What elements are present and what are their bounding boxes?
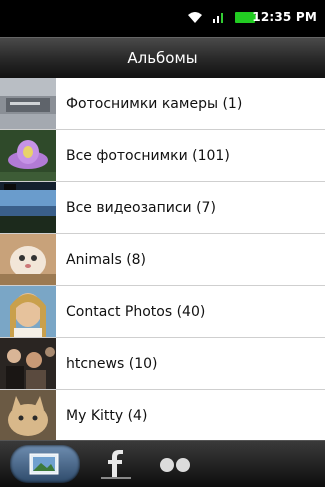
phone-screen: 12:35 PM Альбомы Фотоснимки камеры (1) В…: [0, 0, 325, 487]
signal-icon: [213, 13, 223, 23]
album-label: Animals (8): [66, 251, 147, 268]
album-item-all-photos[interactable]: Все фотоснимки (101): [0, 130, 325, 182]
flickr-icon: [160, 458, 190, 472]
album-label: Contact Photos (40): [66, 303, 206, 320]
album-label: My Kitty (4): [66, 407, 148, 424]
album-item-camera-shots[interactable]: Фотоснимки камеры (1): [0, 78, 325, 130]
cat-face-thumb: [0, 234, 56, 285]
gallery-icon: [29, 453, 59, 475]
album-item-all-videos[interactable]: Все видеозаписи (7): [0, 182, 325, 234]
album-item-my-kitty[interactable]: My Kitty (4): [0, 390, 325, 440]
landscape-thumb: [0, 182, 56, 233]
status-time: 12:35 PM: [252, 10, 317, 24]
album-label: Фотоснимки камеры (1): [66, 95, 243, 112]
status-bar: 12:35 PM: [0, 0, 325, 37]
camera-shots-thumb: [0, 78, 56, 129]
tab-facebook[interactable]: [95, 445, 135, 483]
album-list: Фотоснимки камеры (1) Все фотоснимки (10…: [0, 78, 325, 440]
kitty-thumb: [0, 390, 56, 440]
album-label: htcnews (10): [66, 355, 158, 372]
album-item-htcnews[interactable]: htcnews (10): [0, 338, 325, 390]
crowd-thumb: [0, 338, 56, 389]
tab-flickr[interactable]: [150, 445, 200, 483]
album-label: Все фотоснимки (101): [66, 147, 230, 164]
wifi-icon: [188, 12, 202, 23]
facebook-icon: [101, 450, 131, 479]
page-title: Альбомы: [0, 37, 325, 79]
bottom-tab-bar: [0, 440, 325, 487]
person-thumb: [0, 286, 56, 337]
flower-thumb: [0, 130, 56, 181]
tab-gallery[interactable]: [10, 445, 80, 483]
album-item-animals[interactable]: Animals (8): [0, 234, 325, 286]
album-label: Все видеозаписи (7): [66, 199, 216, 216]
album-item-contact-photos[interactable]: Contact Photos (40): [0, 286, 325, 338]
